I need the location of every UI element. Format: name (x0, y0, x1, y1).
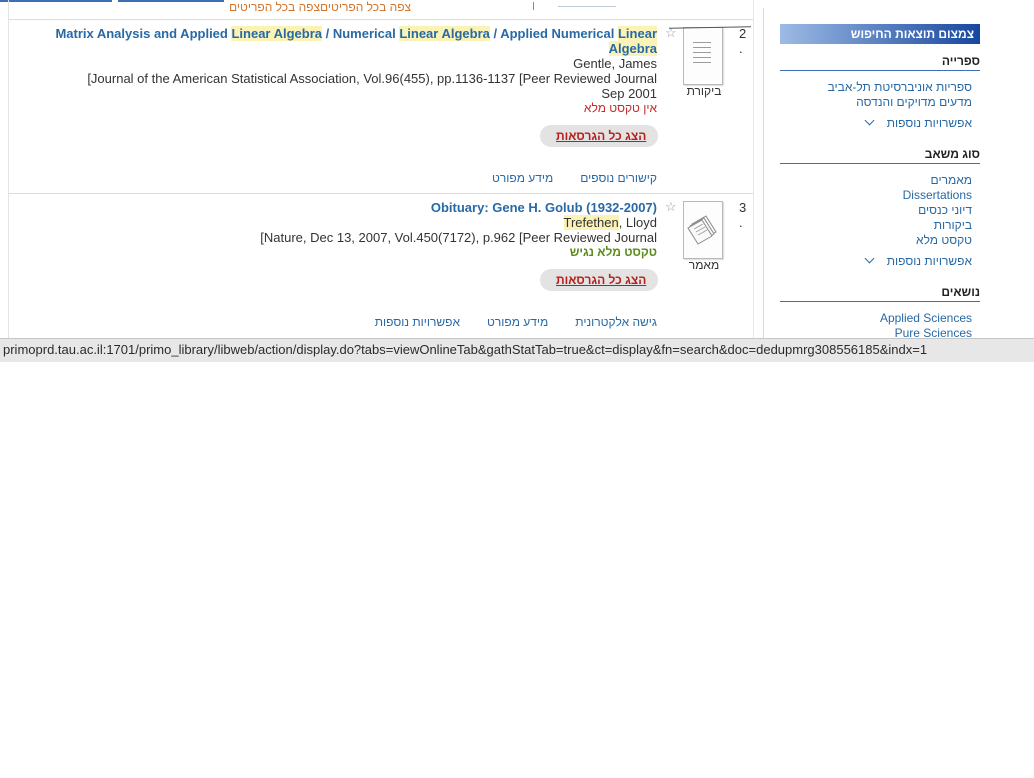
facet-item[interactable]: מאמרים (931, 173, 972, 187)
article-pages-icon (687, 215, 717, 245)
browser-status-bar: primoprd.tau.ac.il:1701/primo_library/li… (0, 338, 1034, 362)
facet-title-subjects: נושאים (780, 285, 980, 302)
title-highlight: Linear (617, 26, 657, 41)
result-item: 2 . ☆ ביקורת Matrix Analysis and Applied… (9, 20, 753, 192)
tab-more-links[interactable]: קישורים נוספים (580, 171, 657, 185)
tab-online-access[interactable]: גישה אלקטרונית (575, 315, 657, 329)
facet-item[interactable]: ביקורות (934, 218, 972, 232)
clipped-fragment (558, 6, 616, 7)
more-options-label: אפשרויות נוספות (886, 116, 972, 130)
sidebar-divider (763, 8, 764, 338)
facet-title-resource-type: סוג משאב (780, 147, 980, 164)
chevron-down-icon (864, 115, 875, 126)
page-viewport: צפה בכל הפריטים‎צפה בכל הפריטים 2 . ☆ בי… (0, 0, 1034, 338)
title-part: Matrix Analysis and Applied (55, 26, 232, 41)
result-title-link[interactable]: Obituary: Gene H. Golub (1932-2007) (37, 200, 657, 215)
facet-title-library: ספרייה (780, 54, 980, 71)
result-source: [Journal of the American Statistical Ass… (87, 71, 657, 86)
result-tabs: גישה אלקטרונית מידע מפורט אפשרויות נוספות (375, 315, 657, 329)
chevron-down-icon (864, 253, 875, 264)
blank-area (0, 362, 1034, 778)
result-tabs: קישורים נוספים מידע מפורט (492, 171, 657, 185)
tab-details[interactable]: מידע מפורט (487, 315, 548, 329)
facet-item[interactable]: דיוני כנסים (918, 203, 972, 217)
top-tab-underline (118, 0, 224, 2)
result-title-link[interactable]: Matrix Analysis and Applied Linear Algeb… (37, 26, 657, 56)
availability-status: טקסט מלא נגיש (569, 245, 657, 259)
review-document-icon[interactable] (683, 27, 723, 85)
title-part: / Numerical (322, 26, 400, 41)
availability-status: אין טקסט מלא (583, 101, 657, 115)
result-text-block: Obituary: Gene H. Golub (1932-2007) Tref… (37, 200, 657, 260)
author-rest: , Lloyd (618, 215, 657, 230)
result-item: 3 . ☆ מאמר Obituary: Gene H. Golub (1932… (9, 194, 753, 338)
title-highlight: Linear Algebra (399, 26, 490, 41)
show-all-versions-button[interactable]: הצג כל הגרסאות (540, 269, 659, 291)
resource-type-label: ביקורת (686, 84, 722, 98)
facet-item[interactable]: Pure Sciences (895, 326, 972, 338)
show-all-versions-button[interactable]: הצג כל הגרסאות (540, 125, 659, 147)
status-url: primoprd.tau.ac.il:1701/primo_library/li… (3, 342, 928, 357)
tab-more-options[interactable]: אפשרויות נוספות (375, 315, 460, 329)
author-highlight: Trefethen (563, 215, 619, 230)
result-author: Trefethen, Lloyd (37, 215, 657, 230)
title-part: / Applied Numerical (489, 26, 618, 41)
facet-more-options[interactable]: אפשרויות נוספות (864, 253, 972, 268)
facet-item[interactable]: Applied Sciences (880, 311, 972, 325)
top-tab-underline (0, 0, 112, 2)
title-highlight: Linear Algebra (231, 26, 323, 41)
article-document-icon[interactable] (683, 201, 723, 259)
result-date: Sep 2001 (601, 86, 657, 101)
results-right-border (753, 0, 754, 338)
result-source: [Nature, Dec 13, 2007, Vol.450(7172), p.… (260, 230, 657, 245)
result-author: Gentle, James (573, 56, 657, 71)
refine-results-header: צמצום תוצאות החיפוש (780, 24, 980, 44)
resource-type-label: מאמר (688, 258, 720, 272)
more-options-label: אפשרויות נוספות (886, 254, 972, 268)
facet-more-options[interactable]: אפשרויות נוספות (864, 115, 972, 130)
result-number: 3 . (739, 200, 747, 230)
view-all-items-link[interactable]: צפה בכל הפריטים‎צפה בכל הפריטים (229, 0, 411, 14)
tab-details[interactable]: מידע מפורט (492, 171, 553, 185)
clipped-fragment (533, 2, 540, 10)
facet-item[interactable]: טקסט מלא (916, 233, 972, 247)
star-icon[interactable]: ☆ (665, 199, 677, 215)
facet-item[interactable]: מדעים מדויקים והנדסה (856, 95, 972, 109)
result-text-block: Matrix Analysis and Applied Linear Algeb… (37, 26, 657, 116)
title-highlight: Algebra (608, 41, 657, 56)
facet-item[interactable]: ספריות אוניברסיטת תל-אביב (828, 80, 972, 94)
facet-item[interactable]: Dissertations (903, 188, 972, 202)
top-clipped-area: צפה בכל הפריטים‎צפה בכל הפריטים (0, 0, 765, 20)
result-number: 2 . (739, 26, 747, 56)
